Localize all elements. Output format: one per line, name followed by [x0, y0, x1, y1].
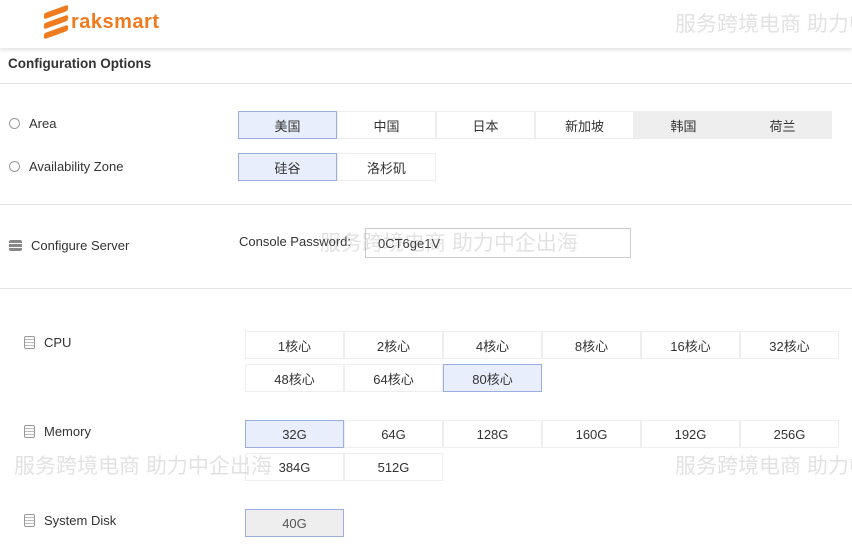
server-icon	[9, 240, 22, 251]
console-password-input[interactable]	[365, 228, 631, 258]
disk-label-text: System Disk	[44, 513, 117, 528]
cpu-option[interactable]: 1核心	[245, 331, 344, 359]
cpu-option[interactable]: 32核心	[740, 331, 839, 359]
area-label: Area	[9, 116, 56, 131]
configure-server-text: Configure Server	[31, 238, 130, 253]
memory-option[interactable]: 384G	[245, 453, 344, 481]
cpu-option[interactable]: 2核心	[344, 331, 443, 359]
memory-option[interactable]: 512G	[344, 453, 443, 481]
memory-label-text: Memory	[44, 424, 91, 439]
logo-icon	[44, 4, 68, 40]
divider	[0, 288, 852, 289]
cpu-option[interactable]: 4核心	[443, 331, 542, 359]
memory-option[interactable]: 128G	[443, 420, 542, 448]
memory-option[interactable]: 32G	[245, 420, 344, 448]
cpu-option[interactable]: 80核心	[443, 364, 542, 392]
memory-option[interactable]: 64G	[344, 420, 443, 448]
area-option[interactable]: 韩国	[634, 111, 733, 139]
area-option[interactable]: 荷兰	[733, 111, 832, 139]
cpu-option[interactable]: 16核心	[641, 331, 740, 359]
header: raksmart	[0, 0, 852, 48]
area-label-text: Area	[29, 116, 57, 131]
disk-option[interactable]: 40G	[245, 509, 344, 537]
cpu-option[interactable]: 8核心	[542, 331, 641, 359]
memory-option[interactable]: 192G	[641, 420, 740, 448]
area-option[interactable]: 美国	[238, 111, 337, 139]
watermark: 服务跨境电商 助力中企出海	[14, 455, 272, 478]
memory-option[interactable]: 256G	[740, 420, 839, 448]
list-icon	[24, 425, 35, 438]
area-option[interactable]: 新加坡	[535, 111, 634, 139]
cpu-option[interactable]: 64核心	[344, 364, 443, 392]
location-icon	[9, 118, 20, 129]
memory-label: Memory	[24, 424, 91, 439]
configure-server-label: Configure Server	[9, 238, 129, 253]
cpu-label-text: CPU	[44, 335, 72, 350]
list-icon	[24, 336, 35, 349]
cpu-label: CPU	[24, 335, 71, 350]
list-icon	[24, 514, 35, 527]
watermark: 服务跨境电商 助力中企出海	[675, 455, 852, 478]
memory-option[interactable]: 160G	[542, 420, 641, 448]
logo-text: raksmart	[71, 10, 160, 33]
divider	[0, 83, 852, 84]
divider	[0, 204, 852, 205]
zone-label: Availability Zone	[9, 159, 123, 174]
disk-label: System Disk	[24, 513, 116, 528]
area-option[interactable]: 日本	[436, 111, 535, 139]
area-option[interactable]: 中国	[337, 111, 436, 139]
console-password-label: Console Password:	[239, 234, 351, 249]
location-icon	[9, 161, 20, 172]
cpu-option[interactable]: 48核心	[245, 364, 344, 392]
raksmart-logo[interactable]: raksmart	[44, 4, 160, 40]
zone-option[interactable]: 硅谷	[238, 153, 337, 181]
zone-option[interactable]: 洛杉矶	[337, 153, 436, 181]
zone-label-text: Availability Zone	[29, 159, 124, 174]
page-title: Configuration Options	[8, 56, 152, 71]
